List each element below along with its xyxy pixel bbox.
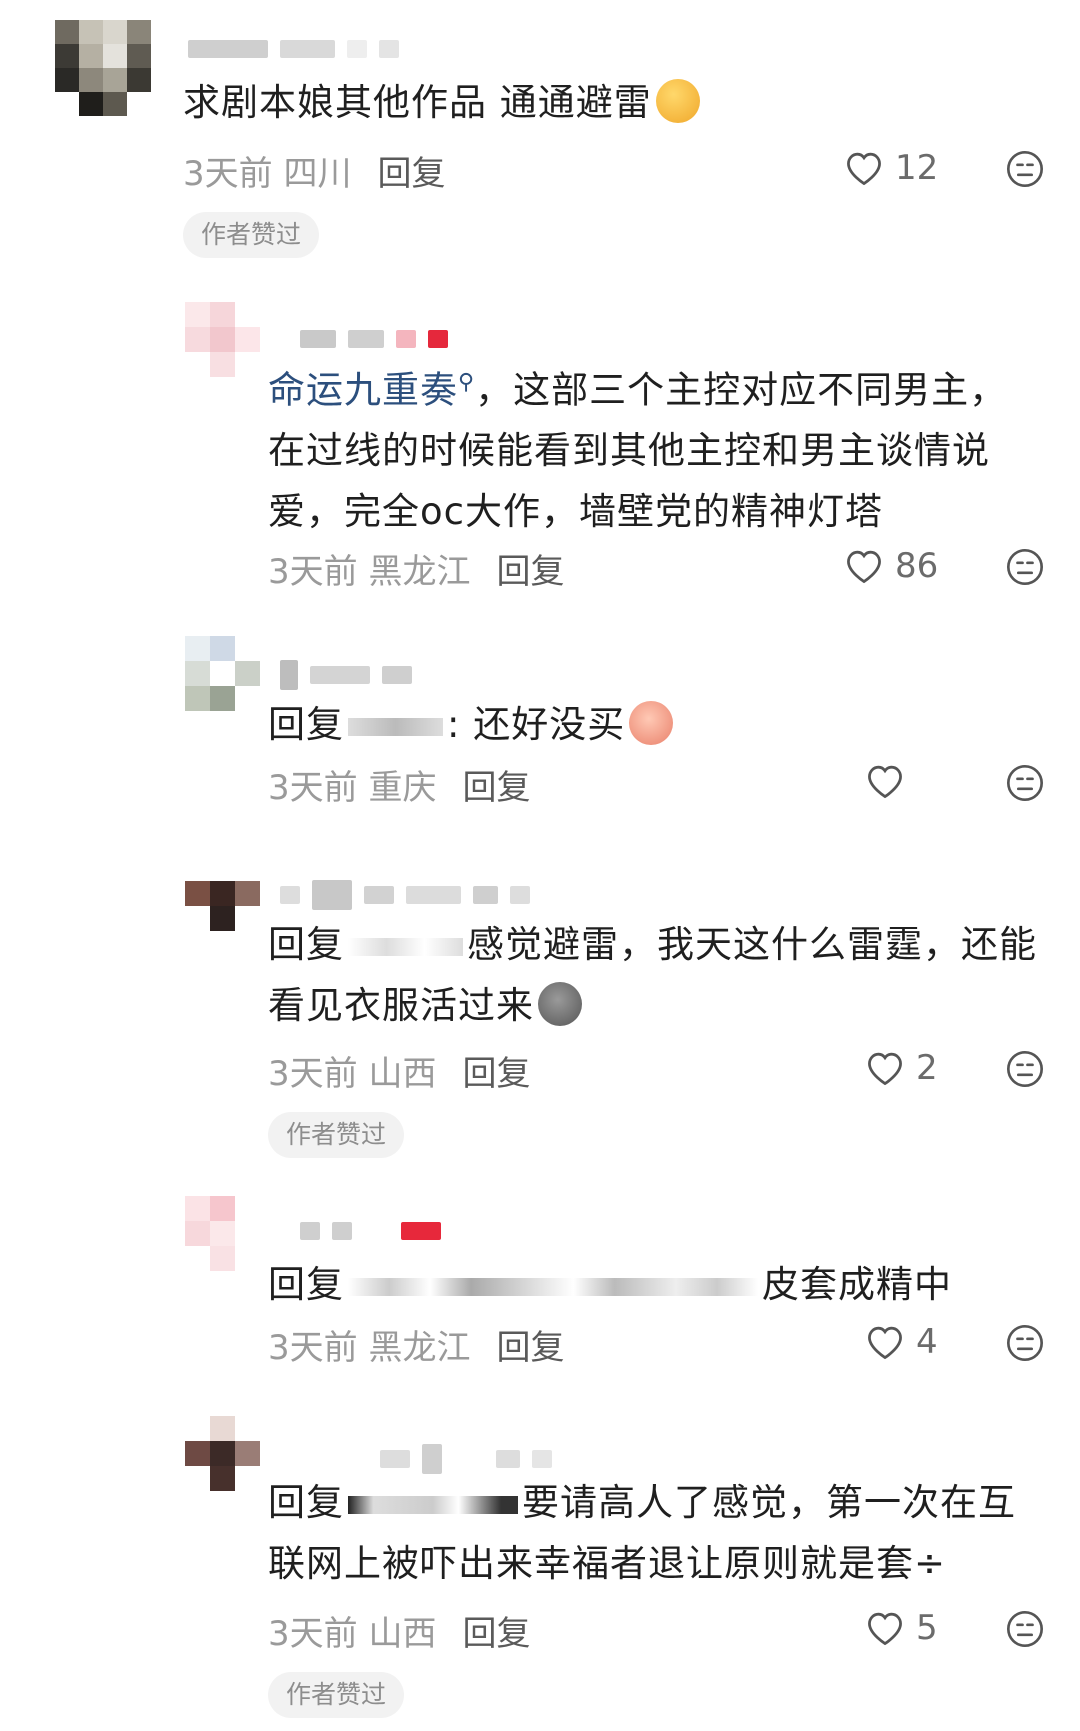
topic-link[interactable]: 命运九重奏 — [268, 368, 458, 411]
heart-outline-icon — [868, 765, 902, 799]
redacted-name — [348, 937, 463, 956]
location: 黑龙江 — [368, 552, 471, 592]
location: 四川 — [283, 154, 352, 194]
like-count: 86 — [895, 546, 939, 586]
comment-3: 回复: 还好没买 3天前 重庆 回复 — [0, 630, 1080, 830]
username-redacted[interactable] — [280, 880, 530, 910]
timestamp: 3天前 — [268, 552, 358, 592]
neutral-face-icon[interactable] — [1005, 1609, 1045, 1649]
heart-outline-icon — [868, 1612, 902, 1646]
heart-outline-icon — [868, 1326, 902, 1360]
like-count: 5 — [916, 1608, 938, 1648]
comment-meta: 3天前 重庆 回复 — [268, 760, 530, 809]
location: 重庆 — [368, 768, 437, 808]
comment-text: 命运九重奏⚲，这部三个主控对应不同男主，在过线的时候能看到其他主控和男主谈情说爱… — [268, 368, 1008, 534]
reply-button[interactable]: 回复 — [377, 146, 445, 195]
comment-meta: 3天前 山西 回复 — [268, 1606, 530, 1655]
author-liked-badge: 作者赞过 — [268, 1672, 405, 1718]
like-count: 12 — [895, 148, 939, 188]
comment-4: 回复 感觉避雷，我天这什么雷霆，还能看见衣服活过来 3天前 山西 回复 2 作者赞… — [0, 850, 1080, 1170]
comment-1: 求剧本娘其他作品 通通避雷 3天前 四川 回复 12 作者赞过 — [0, 0, 1080, 260]
username-redacted[interactable] — [188, 40, 399, 58]
comment-text: 回复 要请高人了感觉，第一次在互联网上被吓出来幸福者退让原则就是套÷ — [268, 1481, 1016, 1585]
avatar[interactable] — [185, 1416, 260, 1491]
redacted-name — [348, 1495, 518, 1514]
grin-emoji-icon — [655, 79, 700, 123]
avatar[interactable] — [185, 636, 260, 711]
author-liked-badge: 作者赞过 — [268, 1112, 405, 1158]
reply-button[interactable]: 回复 — [462, 1606, 530, 1655]
comment-text: 求剧本娘其他作品 通通避雷 — [183, 72, 1043, 133]
comment-6: 回复 要请高人了感觉，第一次在互联网上被吓出来幸福者退让原则就是套÷ 3天前 山西… — [0, 1410, 1080, 1731]
neutral-face-icon[interactable] — [1005, 1049, 1045, 1089]
reply-button[interactable]: 回复 — [496, 1320, 564, 1369]
comment-5: 回复 皮套成精中 3天前 黑龙江 回复 4 — [0, 1190, 1080, 1390]
comment-text: 回复 感觉避雷，我天这什么雷霆，还能看见衣服活过来 — [268, 923, 1037, 1027]
location: 黑龙江 — [368, 1328, 471, 1368]
comment-meta: 3天前 黑龙江 回复 — [268, 1320, 564, 1369]
heart-outline-icon — [868, 1052, 902, 1086]
username-redacted[interactable] — [380, 1444, 552, 1474]
neutral-face-icon[interactable] — [1005, 547, 1045, 587]
timestamp: 3天前 — [268, 1054, 358, 1094]
timestamp: 3天前 — [268, 768, 358, 808]
timestamp: 3天前 — [268, 1614, 358, 1654]
author-liked-badge: 作者赞过 — [183, 212, 320, 258]
timestamp: 3天前 — [268, 1328, 358, 1368]
avatar[interactable] — [185, 1196, 260, 1271]
timestamp: 3天前 — [183, 154, 273, 194]
like-button[interactable]: 12 — [843, 148, 938, 188]
comment-2: 命运九重奏⚲，这部三个主控对应不同男主，在过线的时候能看到其他主控和男主谈情说爱… — [0, 290, 1080, 610]
avatar[interactable] — [185, 302, 260, 377]
search-icon: ⚲ — [458, 370, 476, 395]
location: 山西 — [368, 1054, 437, 1094]
heart-outline-icon — [847, 152, 881, 186]
neutral-face-icon[interactable] — [1005, 1323, 1045, 1363]
like-button[interactable]: 2 — [864, 1048, 938, 1088]
comment-text: 回复 皮套成精中 — [268, 1263, 952, 1306]
reply-button[interactable]: 回复 — [496, 544, 564, 593]
comment-text: 回复: 还好没买 — [268, 694, 1038, 755]
comment-meta: 3天前 四川 回复 — [183, 146, 445, 195]
scared-face-emoji-icon — [538, 982, 582, 1026]
neutral-face-icon[interactable] — [1005, 149, 1045, 189]
like-button[interactable]: 86 — [843, 546, 938, 586]
avatar[interactable] — [185, 856, 260, 931]
redacted-name — [348, 717, 443, 736]
like-button[interactable] — [864, 762, 916, 800]
redacted-name — [348, 1277, 758, 1296]
avatar[interactable] — [55, 20, 151, 116]
neutral-face-icon[interactable] — [1005, 763, 1045, 803]
comment-meta: 3天前 山西 回复 — [268, 1046, 530, 1095]
comment-meta: 3天前 黑龙江 回复 — [268, 544, 564, 593]
username-redacted[interactable] — [280, 660, 412, 690]
reply-button[interactable]: 回复 — [462, 760, 530, 809]
location: 山西 — [368, 1614, 437, 1654]
like-button[interactable]: 5 — [864, 1608, 938, 1648]
like-button[interactable]: 4 — [864, 1322, 938, 1362]
username-redacted[interactable] — [300, 1222, 441, 1240]
heart-outline-icon — [847, 550, 881, 584]
reply-button[interactable]: 回复 — [462, 1046, 530, 1095]
like-count: 2 — [916, 1048, 938, 1088]
like-count: 4 — [916, 1322, 938, 1362]
peach-emoji-icon — [629, 701, 674, 745]
username-redacted[interactable] — [300, 330, 448, 348]
